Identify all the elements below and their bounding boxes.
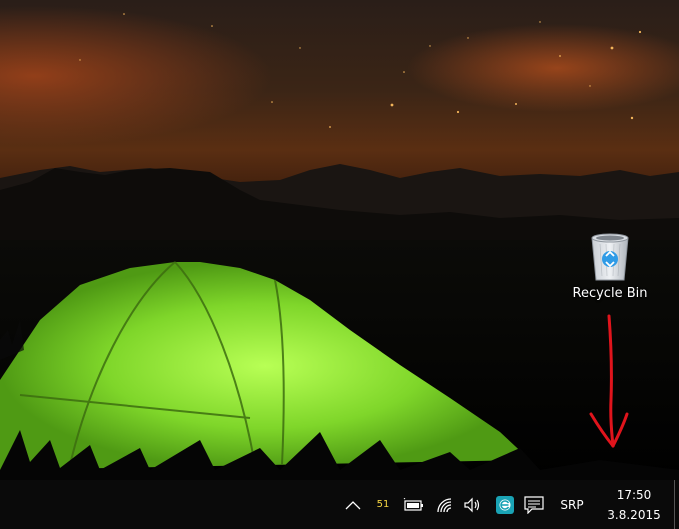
battery-icon	[403, 497, 423, 511]
recycle-bin-icon	[591, 233, 629, 281]
chevron-up-icon	[345, 500, 361, 509]
eset-icon	[496, 495, 514, 514]
temperature-value: 51	[376, 499, 390, 510]
input-language-button[interactable]: SRP	[554, 480, 590, 529]
action-center-button[interactable]	[522, 480, 546, 529]
clock-button[interactable]: 17:50 3.8.2015	[598, 480, 670, 529]
wifi-icon	[437, 497, 452, 512]
action-center-icon	[524, 495, 544, 514]
speaker-icon	[464, 497, 480, 512]
network-button[interactable]	[434, 480, 456, 529]
taskbar: 51 SRP 17:50 3.8.2015	[0, 480, 679, 529]
antivirus-button[interactable]	[494, 480, 516, 529]
input-language-label: SRP	[560, 497, 584, 512]
battery-button[interactable]	[402, 480, 426, 529]
show-hidden-icons-button[interactable]	[342, 480, 364, 529]
clock-date: 3.8.2015	[607, 507, 661, 522]
recycle-bin-label: Recycle Bin	[572, 286, 648, 301]
temperature-indicator[interactable]: 51	[372, 480, 394, 529]
volume-button[interactable]	[462, 480, 484, 529]
clock-time: 17:50	[616, 487, 652, 502]
recycle-bin-shortcut[interactable]: Recycle Bin	[566, 230, 654, 316]
show-desktop-button[interactable]	[674, 480, 675, 529]
annotation-arrow	[589, 314, 629, 448]
